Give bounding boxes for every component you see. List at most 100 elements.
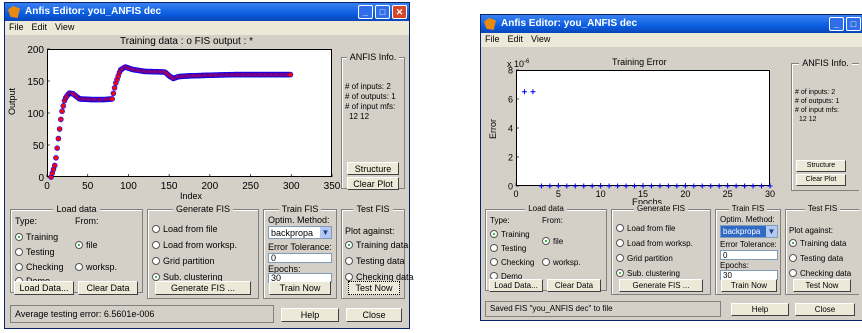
load-data-button[interactable]: Load Data... xyxy=(14,281,74,295)
radio-checking-data[interactable]: Checking data xyxy=(789,268,851,279)
load-data-title: Load data xyxy=(525,204,567,213)
radio-testing[interactable]: Testing xyxy=(15,247,55,257)
title-bar[interactable]: Anfis Editor: you_ANFIS dec _ □ ✕ xyxy=(5,3,409,21)
chevron-down-icon[interactable]: ▼ xyxy=(320,227,331,238)
anfis-editor-window-left: Anfis Editor: you_ANFIS dec _ □ ✕ File Ed… xyxy=(4,2,414,329)
error-point xyxy=(691,183,697,189)
radio-dot-icon xyxy=(152,272,160,281)
radio-dot-icon xyxy=(15,247,23,256)
radio-load-from-file[interactable]: Load from file xyxy=(152,224,218,234)
error-point xyxy=(733,183,739,189)
anfis-info-panel: ANFIS Info. # of inputs: 2 # of outputs:… xyxy=(791,58,859,191)
clear-plot-button[interactable]: Clear Plot xyxy=(796,174,846,186)
error-point xyxy=(648,183,654,189)
fis-output-point xyxy=(61,103,66,109)
close-button[interactable]: Close xyxy=(346,308,402,322)
matlab-icon xyxy=(8,6,20,18)
fis-output-point xyxy=(58,117,63,122)
clear-data-button[interactable]: Clear Data xyxy=(78,281,138,295)
clear-data-button[interactable]: Clear Data xyxy=(547,279,601,292)
generate-fis-title: Generate FIS xyxy=(172,204,234,214)
structure-button[interactable]: Structure xyxy=(796,160,846,172)
radio-load-from-worksp[interactable]: Load from worksp. xyxy=(152,240,237,250)
y-tick-label: 8 xyxy=(508,66,513,76)
close-icon[interactable]: ✕ xyxy=(392,5,407,19)
fis-output-point xyxy=(288,72,293,77)
fis-output-point xyxy=(110,96,115,102)
generate-fis-button[interactable]: Generate FIS ... xyxy=(155,281,251,295)
x-tick-label: 0 xyxy=(513,189,518,199)
radio-worksp[interactable]: worksp. xyxy=(75,262,117,272)
x-tick-label: 200 xyxy=(202,181,219,192)
info-mfs-values: 12 12 xyxy=(349,112,370,121)
minimize-icon[interactable]: _ xyxy=(358,5,373,19)
fis-output-point xyxy=(52,163,57,168)
help-button[interactable]: Help xyxy=(731,303,789,316)
radio-testing-data[interactable]: Testing data xyxy=(345,256,405,266)
load-data-button[interactable]: Load Data... xyxy=(489,279,543,292)
train-now-button[interactable]: Train Now xyxy=(269,281,331,295)
error-tolerance-input[interactable]: 0 xyxy=(720,250,778,260)
radio-dot-icon xyxy=(616,268,624,277)
type-label: Type: xyxy=(490,216,510,225)
radio-grid-partition[interactable]: Grid partition xyxy=(616,253,673,264)
radio-training[interactable]: Training xyxy=(490,229,530,240)
radio-worksp[interactable]: worksp. xyxy=(542,257,581,268)
error-point xyxy=(530,89,536,95)
radio-dot-icon xyxy=(542,257,550,266)
error-point xyxy=(716,183,722,189)
x-tick-label: 20 xyxy=(680,189,690,199)
status-bar: Saved FIS "you_ANFIS dec" to file xyxy=(485,301,721,317)
info-input-mfs: # of input mfs: xyxy=(345,102,396,111)
error-point xyxy=(665,183,671,189)
radio-sub-clustering[interactable]: Sub. clustering xyxy=(616,268,680,279)
test-now-button[interactable]: Test Now xyxy=(793,279,851,292)
radio-file[interactable]: file xyxy=(542,236,563,247)
optim-method-select[interactable]: backpropa ▼ xyxy=(268,226,332,239)
radio-testing[interactable]: Testing xyxy=(490,243,526,254)
train-now-button[interactable]: Train Now xyxy=(721,279,777,292)
test-fis-title: Test FIS xyxy=(353,204,393,214)
radio-load-from-worksp[interactable]: Load from worksp. xyxy=(616,238,693,249)
plot-axes: 0 50 100 150 200 250 300 350 0 50 100 150 200 xyxy=(27,45,340,192)
error-point xyxy=(708,183,714,189)
optim-method-select[interactable]: backpropa ▼ xyxy=(720,225,778,238)
maximize-icon[interactable]: □ xyxy=(846,17,861,31)
radio-checking[interactable]: Checking xyxy=(15,262,64,272)
chevron-down-icon[interactable]: ▼ xyxy=(766,226,777,237)
maximize-icon[interactable]: □ xyxy=(375,5,390,19)
error-tolerance-input[interactable]: 0 xyxy=(268,253,332,263)
menu-view[interactable]: View xyxy=(527,33,554,44)
radio-grid-partition[interactable]: Grid partition xyxy=(152,256,215,266)
clear-plot-button[interactable]: Clear Plot xyxy=(347,177,399,190)
help-button[interactable]: Help xyxy=(281,308,339,322)
from-label: From: xyxy=(75,216,99,226)
error-point xyxy=(767,183,773,189)
window-title: Anfis Editor: you_ANFIS dec xyxy=(25,6,162,17)
error-point xyxy=(725,183,731,189)
radio-training-data[interactable]: Training data xyxy=(789,238,846,249)
x-tick-label: 100 xyxy=(120,181,137,192)
menu-view[interactable]: View xyxy=(51,21,78,32)
structure-button[interactable]: Structure xyxy=(347,162,399,175)
close-button[interactable]: Close xyxy=(795,303,855,316)
radio-load-from-file[interactable]: Load from file xyxy=(616,223,675,234)
radio-training[interactable]: Training xyxy=(15,232,58,242)
generate-fis-button[interactable]: Generate FIS ... xyxy=(619,279,703,292)
radio-dot-icon xyxy=(616,238,624,247)
radio-testing-data[interactable]: Testing data xyxy=(789,253,843,264)
radio-dot-icon xyxy=(490,229,498,238)
minimize-icon[interactable]: _ xyxy=(829,17,844,31)
menu-edit[interactable]: Edit xyxy=(504,33,528,44)
x-tick-label: 50 xyxy=(82,181,94,192)
test-now-button[interactable]: Test Now xyxy=(348,281,400,295)
error-point xyxy=(538,183,544,189)
radio-checking[interactable]: Checking xyxy=(490,257,534,268)
menu-file[interactable]: File xyxy=(481,33,504,44)
menu-file[interactable]: File xyxy=(5,21,28,32)
radio-training-data[interactable]: Training data xyxy=(345,240,408,250)
radio-file[interactable]: file xyxy=(75,240,98,250)
fis-output-point xyxy=(112,85,117,90)
title-bar[interactable]: Anfis Editor: you_ANFIS dec _ □ xyxy=(481,15,862,33)
menu-edit[interactable]: Edit xyxy=(28,21,52,32)
